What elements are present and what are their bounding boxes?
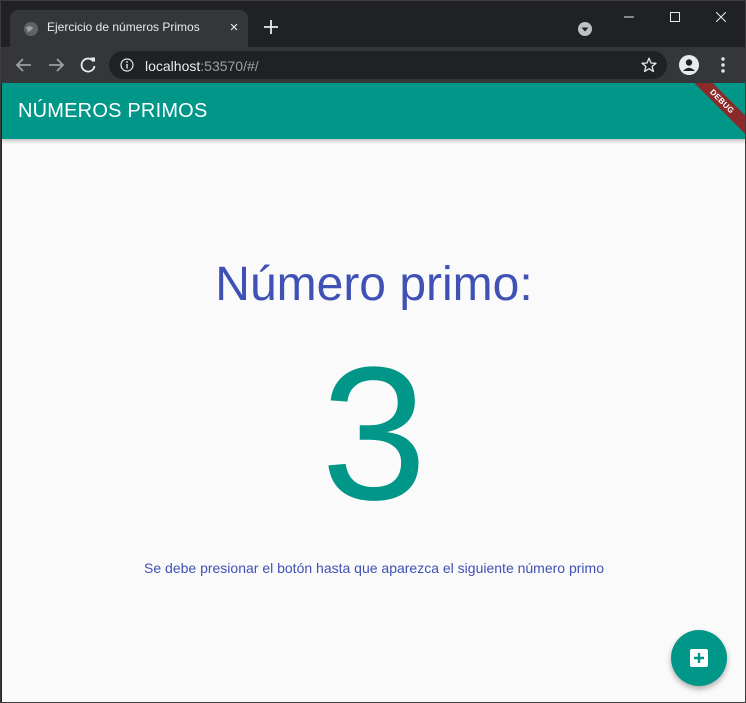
- globe-icon: [24, 22, 38, 36]
- close-window-button[interactable]: [698, 1, 744, 33]
- browser-toolbar: localhost:53570/#/: [1, 47, 745, 83]
- address-bar[interactable]: localhost:53570/#/: [109, 51, 667, 79]
- forward-arrow-icon[interactable]: [46, 55, 66, 75]
- instruction-text: Se debe presionar el botón hasta que apa…: [144, 560, 604, 576]
- url-host: localhost: [145, 58, 201, 74]
- maximize-icon: [670, 12, 680, 22]
- tab-title: Ejercicio de números Primos: [47, 20, 200, 34]
- new-tab-icon[interactable]: [262, 18, 280, 36]
- tab-search-icon[interactable]: [577, 21, 593, 37]
- close-icon: [716, 12, 726, 22]
- prime-heading: Número primo:: [215, 258, 533, 311]
- profile-avatar-icon[interactable]: [679, 55, 699, 75]
- app-bar: NÚMEROS PRIMOS: [2, 83, 745, 139]
- app-bar-title: NÚMEROS PRIMOS: [18, 100, 208, 122]
- browser-window: Ejercicio de números Primos × localhost:…: [0, 0, 746, 703]
- tab-active[interactable]: Ejercicio de números Primos ×: [10, 10, 248, 47]
- url-path: :53570/#/: [200, 58, 259, 74]
- next-prime-fab-button[interactable]: [671, 630, 727, 686]
- reload-icon[interactable]: [78, 55, 98, 75]
- back-arrow-icon[interactable]: [14, 55, 34, 75]
- add-box-icon: [690, 649, 708, 667]
- tab-strip: Ejercicio de números Primos ×: [1, 1, 745, 47]
- bookmark-star-icon[interactable]: [641, 57, 657, 73]
- minimize-icon: [624, 16, 634, 18]
- prime-number-value: 3: [321, 328, 427, 540]
- more-options-icon[interactable]: [715, 55, 731, 75]
- url-text: localhost:53570/#/: [145, 58, 259, 74]
- info-icon[interactable]: [120, 58, 134, 72]
- app-viewport: NÚMEROS PRIMOS DEBUG Número primo: 3 Se …: [2, 83, 745, 702]
- person-icon: [683, 59, 695, 71]
- tab-close-icon[interactable]: ×: [227, 20, 241, 35]
- minimize-button[interactable]: [606, 1, 652, 33]
- maximize-button[interactable]: [652, 1, 698, 33]
